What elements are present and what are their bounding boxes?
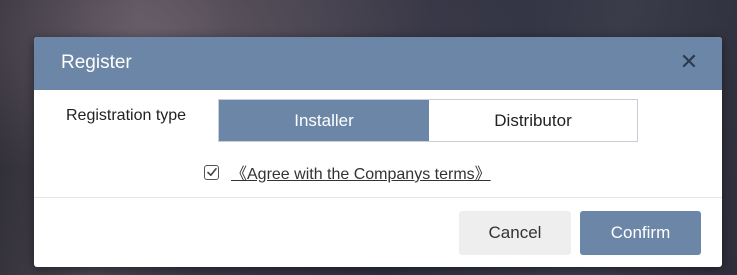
- registration-type-toggle: Installer Distributor: [218, 99, 638, 142]
- terms-link[interactable]: 《Agree with the Companys terms》: [231, 160, 491, 184]
- registration-type-label: Registration type: [66, 107, 187, 124]
- confirm-button[interactable]: Confirm: [580, 211, 701, 255]
- option-installer-button[interactable]: Installer: [219, 100, 429, 141]
- close-icon: ✕: [679, 49, 699, 74]
- cancel-button[interactable]: Cancel: [459, 211, 571, 255]
- option-distributor-button[interactable]: Distributor: [429, 100, 637, 141]
- footer-divider: [34, 197, 722, 198]
- check-icon: [207, 167, 217, 176]
- dialog-header: Register ✕: [34, 37, 722, 90]
- agree-checkbox[interactable]: [204, 164, 219, 180]
- register-dialog: Register ✕ Registration type Installer D…: [34, 37, 722, 267]
- dialog-title: Register: [61, 52, 132, 73]
- close-button[interactable]: ✕: [676, 49, 702, 75]
- agreement-row: 《Agree with the Companys terms》: [204, 160, 491, 184]
